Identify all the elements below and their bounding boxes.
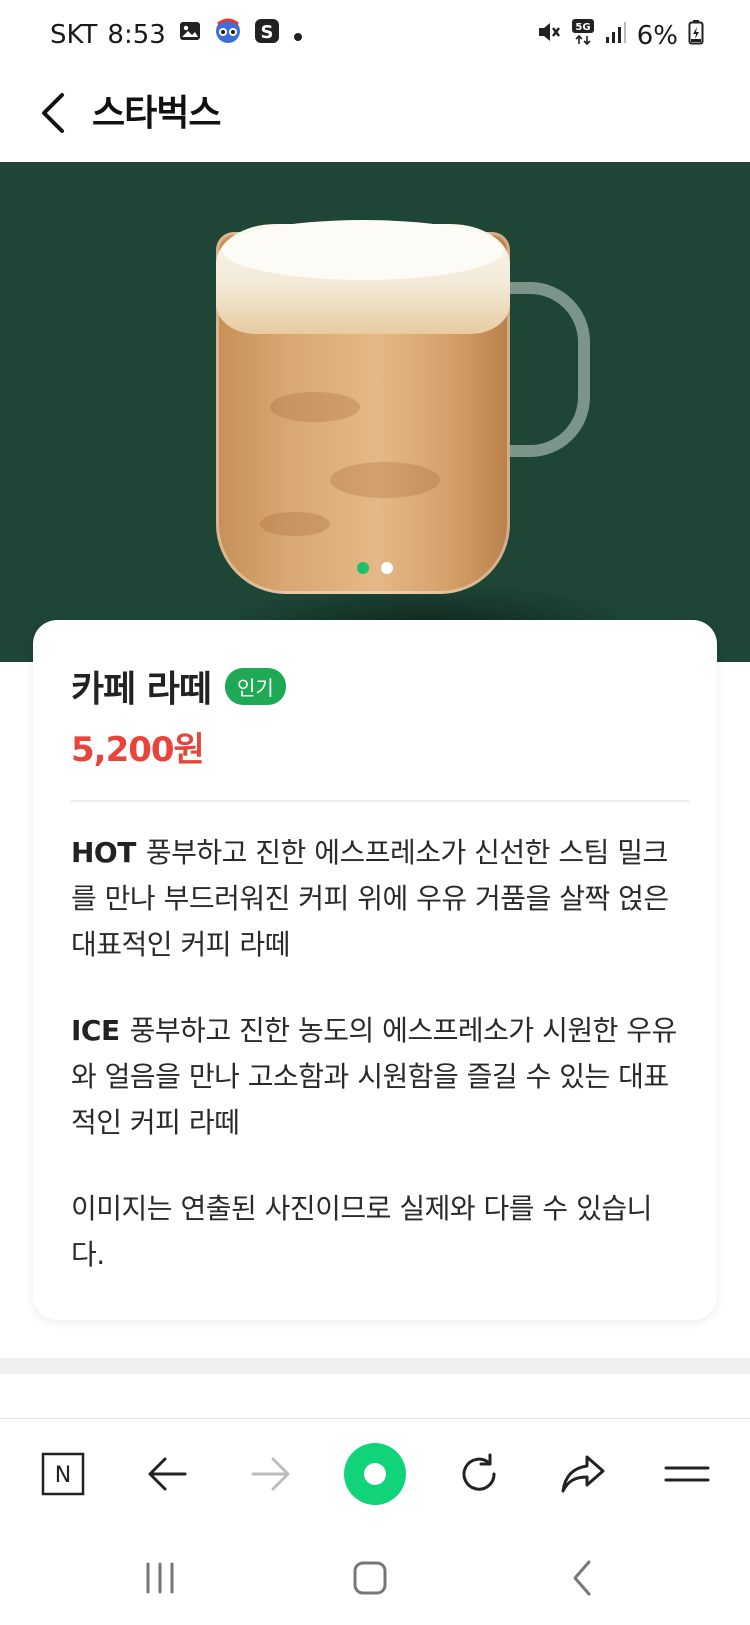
hot-description-text: 풍부하고 진한 에스프레소가 신선한 스팀 밀크를 만나 부드러워진 커피 위에… [71,836,669,961]
recent-apps-icon [146,1562,174,1594]
hot-description: HOT 풍부하고 진한 에스프레소가 신선한 스팀 밀크를 만나 부드러워진 커피… [71,830,679,968]
share-button[interactable] [550,1441,616,1507]
carousel-dot-active[interactable] [357,562,369,574]
app-icon [214,18,242,51]
latte-swirl [260,512,330,536]
svg-text:N: N [55,1463,71,1488]
svg-text:5G: 5G [575,22,590,33]
product-title-row: 카페 라떼 인기 [71,660,286,712]
back-arrow-icon [148,1457,187,1491]
browser-toolbar: N [0,1418,750,1528]
image-disclaimer: 이미지는 연출된 사진이므로 실제와 다를 수 있습니다. [71,1192,652,1271]
refresh-icon [462,1453,496,1491]
ice-description-text: 풍부하고 진한 농도의 에스프레소가 시원한 우유와 얼음을 만나 고소함과 시… [71,1014,677,1139]
mute-icon [535,19,561,52]
latte-foam-top [222,220,504,280]
chevron-left-icon [42,93,64,133]
app-header: 스타벅스 [0,72,750,162]
back-nav-icon [573,1560,591,1596]
dot-icon [292,20,304,50]
carrier-label: SKT [50,19,98,50]
browser-home-button[interactable] [342,1441,408,1507]
ice-description: ICE 풍부하고 진한 농도의 에스프레소가 시원한 우유와 얼음을 만나 고소함… [71,1008,679,1146]
popular-badge: 인기 [225,667,286,705]
product-name: 카페 라떼 [71,669,212,710]
battery-percent: 6% [636,20,678,51]
gallery-icon [178,19,202,50]
recent-apps-button[interactable] [130,1548,190,1608]
product-price: 5,200원 [71,730,205,770]
product-info-card: 카페 라떼 인기 5,200원 HOT 풍부하고 진한 에스프레소가 신선한 스팀… [33,620,717,1320]
status-left: SKT 8:53 S [50,18,304,51]
carousel-indicators [0,562,750,574]
carousel-dot[interactable] [381,562,393,574]
menu-icon [664,1466,710,1482]
s-app-icon: S [254,18,280,51]
hot-label: HOT [71,836,136,869]
browser-forward-button[interactable] [238,1441,304,1507]
divider [71,800,689,802]
signal-icon [605,20,627,51]
status-right: 5G 6% [525,18,704,53]
share-icon [561,1455,605,1493]
svg-text:S: S [260,22,273,43]
menu-button[interactable] [654,1441,720,1507]
5g-icon: 5G [571,18,595,53]
product-image-carousel[interactable] [0,162,750,662]
page-title: 스타벅스 [92,93,221,134]
home-nav-button[interactable] [340,1548,400,1608]
home-square-icon [353,1561,387,1595]
android-nav-bar [0,1528,750,1625]
section-divider [0,1358,750,1374]
battery-icon [688,19,704,52]
naver-icon: N [41,1452,85,1496]
naver-button[interactable]: N [30,1441,96,1507]
back-nav-button[interactable] [552,1548,612,1608]
latte-swirl [270,392,360,422]
latte-swirl [330,462,440,498]
home-icon [344,1443,406,1505]
forward-arrow-icon [251,1457,290,1491]
back-button[interactable] [26,86,80,140]
ice-label: ICE [71,1014,120,1047]
browser-back-button[interactable] [134,1441,200,1507]
time-label: 8:53 [107,19,166,50]
refresh-button[interactable] [446,1441,512,1507]
status-bar: SKT 8:53 S 5G 6% [0,0,750,72]
